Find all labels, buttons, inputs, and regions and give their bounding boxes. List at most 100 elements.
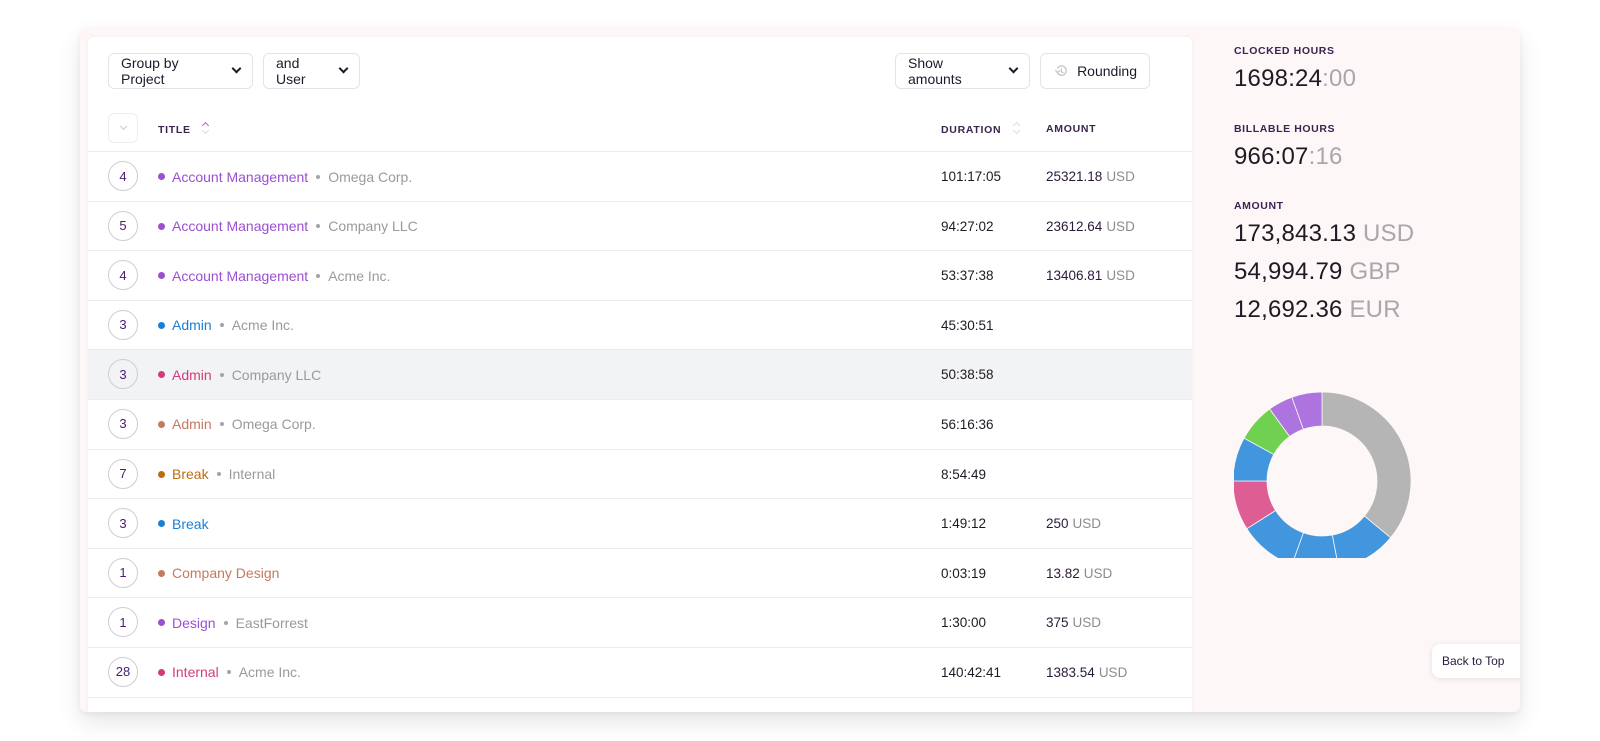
separator-dot	[217, 472, 221, 476]
entry-count-badge[interactable]: 3	[108, 310, 138, 340]
entry-count-badge[interactable]: 3	[108, 508, 138, 538]
project-name[interactable]: Admin	[172, 367, 212, 383]
project-name[interactable]: Admin	[172, 416, 212, 432]
group-by-dropdown[interactable]: Group by Project	[108, 53, 253, 89]
separator-dot	[220, 373, 224, 377]
entry-count-badge[interactable]: 28	[108, 657, 138, 687]
billable-hours-label: BILLABLE HOURS	[1234, 123, 1335, 135]
amount-currency: USD	[1106, 268, 1135, 283]
table-row[interactable]: 3 Admin Omega Corp. 56:16:36	[88, 400, 1192, 450]
client-name: Omega Corp.	[232, 416, 316, 432]
project-name[interactable]: Admin	[172, 317, 212, 333]
separator-dot	[316, 274, 320, 278]
row-title: Break	[158, 499, 209, 548]
row-title: Design EastForrest	[158, 598, 308, 647]
amount-eur: 12,692.36 EUR	[1234, 296, 1401, 324]
row-duration: 56:16:36	[941, 400, 994, 449]
show-amounts-dropdown[interactable]: Show amounts	[895, 53, 1030, 89]
report-rows: 4Account ManagementOmega Corp.101:17:052…	[88, 152, 1192, 698]
summary-sidebar: CLOCKED HOURS 1698:24:00 BILLABLE HOURS …	[1234, 28, 1494, 712]
amount-value: 250	[1046, 516, 1069, 531]
entry-count-badge[interactable]: 3	[108, 409, 138, 439]
row-duration: 8:54:49	[941, 450, 986, 499]
table-row[interactable]: 3AdminCompany LLC50:38:58	[88, 350, 1192, 400]
entry-count-badge[interactable]: 7	[108, 459, 138, 489]
rounding-history-icon	[1053, 60, 1069, 82]
entry-count-badge[interactable]: 5	[108, 211, 138, 241]
table-row[interactable]: 28InternalAcme Inc.140:42:411383.54USD	[88, 648, 1192, 698]
entry-count-badge[interactable]: 4	[108, 260, 138, 290]
project-name[interactable]: Account Management	[172, 268, 308, 284]
expand-all-toggle[interactable]	[108, 113, 138, 143]
client-name: EastForrest	[236, 615, 308, 631]
sub-group-dropdown[interactable]: and User	[263, 53, 360, 89]
amount-value: 13.82	[1046, 566, 1080, 581]
row-duration: 94:27:02	[941, 202, 994, 251]
row-title: Admin Omega Corp.	[158, 400, 316, 449]
row-amount: 13406.81USD	[1046, 251, 1135, 300]
column-title[interactable]: TITLE	[158, 123, 210, 137]
table-row[interactable]: 1DesignEastForrest1:30:00375USD	[88, 598, 1192, 648]
project-color-dot	[158, 173, 165, 180]
project-color-dot	[158, 520, 165, 527]
amount-currency: USD	[1363, 220, 1414, 247]
column-duration[interactable]: DURATION	[941, 123, 1021, 137]
project-name[interactable]: Break	[172, 466, 209, 482]
project-color-dot	[158, 471, 165, 478]
table-row[interactable]: 7BreakInternal8:54:49	[88, 450, 1192, 500]
entry-count-badge[interactable]: 1	[108, 558, 138, 588]
rounding-button[interactable]: Rounding	[1040, 53, 1150, 89]
amount-value: 54,994.79	[1234, 258, 1343, 285]
client-name: Company LLC	[328, 218, 418, 234]
row-title: Company Design	[158, 549, 279, 598]
amount-currency: USD	[1106, 219, 1135, 234]
project-name[interactable]: Design	[172, 615, 216, 631]
chevron-down-icon	[232, 65, 240, 73]
billable-hours-seconds: :16	[1309, 143, 1343, 170]
entry-count-badge[interactable]: 1	[108, 607, 138, 637]
project-color-dot	[158, 619, 165, 626]
report-table-card: Group by Project and User Show amounts R…	[88, 37, 1192, 712]
table-row[interactable]: 4Account ManagementAcme Inc.53:37:381340…	[88, 251, 1192, 301]
amount-currency: USD	[1084, 566, 1113, 581]
separator-dot	[224, 621, 228, 625]
table-row[interactable]: 3AdminAcme Inc.45:30:51	[88, 301, 1192, 351]
amount-value: 25321.18	[1046, 169, 1102, 184]
project-name[interactable]: Account Management	[172, 218, 308, 234]
row-title: Account ManagementOmega Corp.	[158, 152, 412, 201]
row-duration: 0:03:19	[941, 549, 986, 598]
table-row[interactable]: 1 Company Design 0:03:19 13.82 USD	[88, 549, 1192, 599]
separator-dot	[227, 670, 231, 674]
column-title-label: TITLE	[158, 124, 191, 136]
clocked-hours-label: CLOCKED HOURS	[1234, 45, 1335, 57]
table-row[interactable]: 3Break1:49:12250USD	[88, 499, 1192, 549]
chevron-down-icon	[1009, 65, 1017, 73]
row-title: Account Management Acme Inc.	[158, 251, 390, 300]
row-duration: 140:42:41	[941, 648, 1001, 697]
entry-count-badge[interactable]: 4	[108, 161, 138, 191]
project-name[interactable]: Break	[172, 516, 209, 532]
billable-hours-main: 966:07	[1234, 143, 1309, 170]
project-name[interactable]: Internal	[172, 664, 219, 680]
back-to-top-button[interactable]: Back to Top	[1432, 644, 1520, 678]
project-color-dot	[158, 223, 165, 230]
row-title: Admin Company LLC	[158, 350, 321, 399]
row-duration: 1:49:12	[941, 499, 986, 548]
donut-segment-1[interactable]	[1322, 392, 1411, 538]
project-name[interactable]: Company Design	[172, 565, 279, 581]
client-name: Acme Inc.	[239, 664, 301, 680]
project-color-dot	[158, 322, 165, 329]
separator-dot	[220, 422, 224, 426]
table-row[interactable]: 4 Account ManagementOmega Corp. 101:17:05 2…	[88, 152, 1192, 202]
entry-count-badge[interactable]: 3	[108, 359, 138, 389]
client-name: Company LLC	[232, 367, 322, 383]
sort-icon[interactable]	[202, 121, 210, 135]
chevron-down-icon	[339, 65, 347, 73]
table-row[interactable]: 5Account ManagementCompany LLC94:27:0223…	[88, 202, 1192, 252]
client-name: Acme Inc.	[328, 268, 390, 284]
row-duration: 101:17:05	[941, 152, 1001, 201]
project-name[interactable]: Account Management	[172, 169, 308, 185]
clocked-hours-value: 1698:24:00	[1234, 65, 1356, 93]
sort-icon[interactable]	[1013, 121, 1021, 135]
project-color-dot	[158, 570, 165, 577]
